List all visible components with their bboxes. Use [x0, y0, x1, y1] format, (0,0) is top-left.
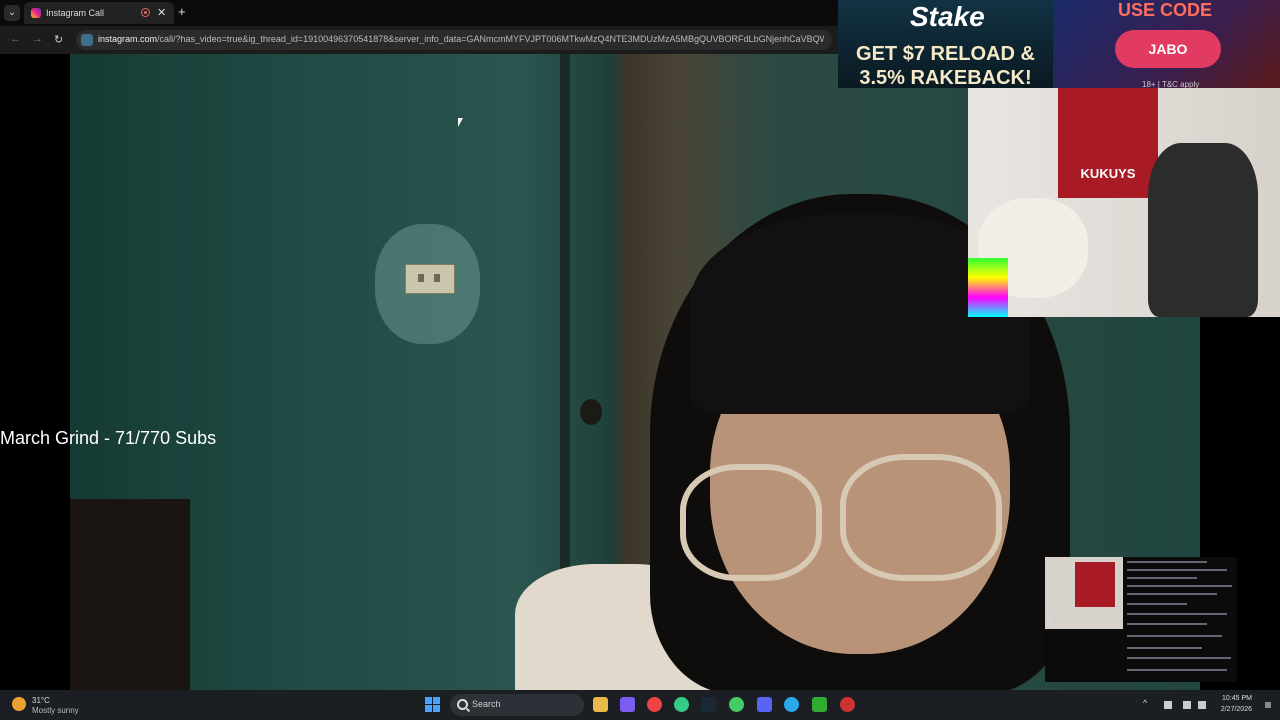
chat-avatar-thumbnail: [1045, 557, 1123, 629]
clock-date[interactable]: 2/27/2026: [1210, 706, 1252, 713]
volume-icon[interactable]: [1198, 701, 1206, 709]
ad-code-badge: JABO: [1115, 30, 1221, 68]
back-arrow-icon[interactable]: ←: [10, 33, 21, 45]
wall-poster: KUKUYS: [1058, 88, 1158, 198]
clock-time[interactable]: 10:45 PM: [1210, 695, 1252, 702]
ad-code-panel: USE CODE JABO 18+ | T&C apply: [1053, 0, 1280, 88]
poster-text: KUKUYS: [1080, 166, 1136, 181]
subs-goal-text: March Grind - 71/770 Subs: [0, 428, 217, 448]
chrome-icon[interactable]: [647, 697, 662, 712]
url-path: /call/?has_video=true&ig_thread_id=19100…: [157, 34, 824, 44]
recording-indicator-icon: [141, 8, 150, 17]
reload-icon[interactable]: ↻: [54, 33, 63, 46]
tab-menu-chevron-icon[interactable]: ⌄: [4, 5, 20, 21]
mouse-cursor-icon: [458, 118, 463, 127]
network-icon[interactable]: [1183, 701, 1191, 709]
search-placeholder: Search: [472, 699, 501, 709]
taskbar-search[interactable]: Search: [450, 694, 584, 716]
glasses-right-lens: [840, 454, 1002, 581]
url-text: instagram.com/call/?has_video=true&ig_th…: [98, 34, 824, 44]
glasses-left-lens: [680, 464, 822, 581]
sponsor-ad-banner: Stake GET $7 RELOAD & 3.5% RAKEBACK! USE…: [838, 0, 1280, 88]
chat-message: [1127, 561, 1207, 563]
ad-offer-line1: GET $7 RELOAD &: [856, 43, 1035, 65]
ad-use-code-label: USE CODE: [1118, 0, 1213, 20]
address-bar[interactable]: instagram.com/call/?has_video=true&ig_th…: [76, 30, 832, 50]
ad-terms: 18+ | T&C apply: [1142, 80, 1200, 88]
chat-message: [1127, 569, 1227, 571]
tab-title: Instagram Call: [46, 8, 105, 18]
chrome-profile-icon[interactable]: [674, 697, 689, 712]
microphone-icon[interactable]: [1164, 701, 1172, 709]
close-tab-icon[interactable]: ✕: [157, 6, 166, 19]
chat-message: [1127, 669, 1227, 671]
tray-chevron-up-icon[interactable]: ^: [1143, 698, 1151, 708]
telegram-icon[interactable]: [784, 697, 799, 712]
weather-sun-icon[interactable]: [12, 697, 26, 711]
chrome-app-icon[interactable]: [729, 697, 744, 712]
instagram-favicon-icon: [31, 8, 41, 18]
messaging-app-icon[interactable]: [812, 697, 827, 712]
chat-message: [1127, 593, 1217, 595]
streamer-webcam: KUKUYS: [968, 88, 1280, 317]
url-host: instagram.com: [98, 34, 158, 44]
tab-instagram-call[interactable]: Instagram Call ✕: [24, 2, 174, 24]
ad-offer-line2: 3.5% RAKEBACK!: [859, 67, 1032, 88]
obs-icon[interactable]: [840, 697, 855, 712]
ad-offer-panel: Stake GET $7 RELOAD & 3.5% RAKEBACK!: [838, 0, 1053, 88]
rgb-light: [968, 258, 1008, 317]
chat-overlay: ⟩: [1045, 557, 1237, 682]
site-info-icon[interactable]: [81, 34, 93, 46]
file-explorer-icon[interactable]: [593, 697, 608, 712]
chat-message: [1127, 577, 1197, 579]
light-switch: [405, 264, 455, 294]
chat-message: [1127, 613, 1227, 615]
discord-icon[interactable]: [757, 697, 772, 712]
browser-tab-bar: ⌄ Instagram Call ✕ +: [0, 0, 838, 26]
forward-arrow-icon[interactable]: →: [32, 33, 43, 45]
copilot-icon[interactable]: [620, 697, 635, 712]
new-tab-plus-icon[interactable]: +: [178, 4, 186, 19]
weather-temperature[interactable]: 31°C: [32, 696, 50, 705]
chat-message: [1127, 657, 1231, 659]
chat-message: [1127, 585, 1232, 587]
chat-message: [1127, 603, 1187, 605]
chat-collapse-chevron-icon[interactable]: ⟩: [1048, 609, 1053, 623]
chat-message: [1127, 623, 1207, 625]
ad-brand-logo: Stake: [910, 1, 985, 32]
door-knob: [580, 399, 602, 425]
chat-message: [1127, 647, 1202, 649]
gaming-chair: [1148, 143, 1258, 317]
chair-back: [70, 499, 190, 690]
chat-message: [1127, 635, 1222, 637]
search-icon: [457, 699, 468, 710]
ad-offer-text: GET $7 RELOAD & 3.5% RAKEBACK!: [838, 42, 1053, 88]
steam-icon[interactable]: [701, 697, 716, 712]
notification-bell-icon[interactable]: [1265, 702, 1271, 708]
windows-start-icon[interactable]: [425, 697, 440, 712]
windows-taskbar: 31°C Mostly sunny Search ^ 10:45 PM 2/27…: [0, 690, 1280, 720]
weather-condition[interactable]: Mostly sunny: [32, 706, 79, 715]
browser-toolbar: ← → ↻ instagram.com/call/?has_video=true…: [0, 26, 838, 54]
